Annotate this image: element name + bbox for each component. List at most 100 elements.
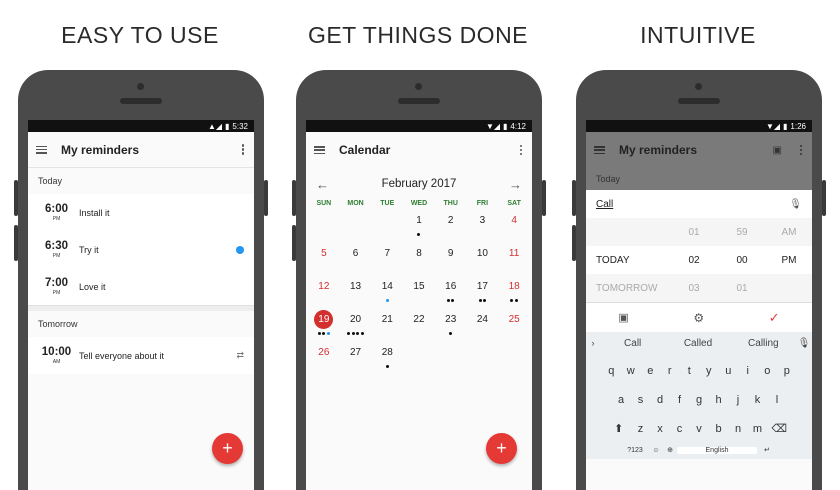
picker-ampm[interactable]: PM <box>766 246 812 274</box>
calendar-icon[interactable]: ▣ <box>773 145 782 156</box>
reminder-input[interactable]: Call 🎙 <box>586 190 812 218</box>
calendar-day[interactable]: 2 <box>435 207 467 240</box>
calendar-day[interactable]: 21 <box>371 306 403 339</box>
key-u[interactable]: u <box>719 365 739 377</box>
backspace-icon[interactable]: ⌫ <box>767 422 791 435</box>
calendar-day[interactable]: 17 <box>467 273 499 306</box>
checkmark-icon[interactable]: ✓ <box>769 310 780 326</box>
suggestion[interactable]: Call <box>600 338 665 349</box>
key-c[interactable]: c <box>670 423 690 435</box>
calendar-day[interactable]: 27 <box>340 339 372 372</box>
picker-hour[interactable]: 01 <box>670 218 718 246</box>
picker-ampm[interactable]: AM <box>766 218 812 246</box>
key-o[interactable]: o <box>758 365 778 377</box>
key-q[interactable]: q <box>602 365 622 377</box>
calendar-day[interactable]: 16 <box>435 273 467 306</box>
key-j[interactable]: j <box>728 394 748 406</box>
calendar-day[interactable]: 22 <box>403 306 435 339</box>
symbols-key[interactable]: ?123 <box>621 447 649 454</box>
calendar-day[interactable]: 25 <box>498 306 530 339</box>
key-w[interactable]: w <box>621 365 641 377</box>
menu-icon[interactable] <box>594 146 605 154</box>
calendar-day[interactable]: 10 <box>467 240 499 273</box>
calendar-icon[interactable]: ▣ <box>618 311 628 324</box>
calendar-day[interactable]: 11 <box>498 240 530 273</box>
add-reminder-button[interactable]: + <box>486 433 517 464</box>
shift-icon[interactable]: ⬆ <box>607 422 631 435</box>
key-y[interactable]: y <box>699 365 719 377</box>
key-r[interactable]: r <box>660 365 680 377</box>
key-e[interactable]: e <box>641 365 661 377</box>
key-s[interactable]: s <box>631 394 651 406</box>
calendar-day[interactable]: 1 <box>403 207 435 240</box>
key-z[interactable]: z <box>631 423 651 435</box>
calendar-day[interactable]: 8 <box>403 240 435 273</box>
key-k[interactable]: k <box>748 394 768 406</box>
overflow-menu-icon[interactable] <box>518 144 524 156</box>
key-t[interactable]: t <box>680 365 700 377</box>
key-x[interactable]: x <box>650 423 670 435</box>
overflow-menu-icon[interactable] <box>798 144 804 156</box>
microphone-icon[interactable]: 🎙 <box>789 199 802 210</box>
picker-minute[interactable]: 59 <box>718 218 766 246</box>
picker-minute[interactable]: 01 <box>718 274 766 302</box>
calendar-day[interactable]: 26 <box>308 339 340 372</box>
picker-hour[interactable]: 03 <box>670 274 718 302</box>
calendar-day[interactable]: 23 <box>435 306 467 339</box>
key-a[interactable]: a <box>611 394 631 406</box>
gear-icon[interactable]: ⚙ <box>693 311 704 325</box>
key-g[interactable]: g <box>689 394 709 406</box>
calendar-day[interactable]: 19 <box>308 306 340 339</box>
date-time-picker[interactable]: 01 59 AM TODAY 02 00 PM TOMORROW 03 01 <box>586 218 812 302</box>
microphone-icon[interactable]: 🎙 <box>796 338 812 349</box>
calendar-day[interactable]: 3 <box>467 207 499 240</box>
calendar-day[interactable]: 28 <box>371 339 403 372</box>
suggestion[interactable]: Calling <box>731 338 796 349</box>
next-month-icon[interactable]: → <box>509 177 522 192</box>
calendar-day[interactable]: 9 <box>435 240 467 273</box>
key-h[interactable]: h <box>709 394 729 406</box>
previous-month-icon[interactable]: ← <box>316 177 329 192</box>
overflow-menu-icon[interactable] <box>240 144 246 155</box>
calendar-day[interactable]: 5 <box>308 240 340 273</box>
calendar-day[interactable]: 12 <box>308 273 340 306</box>
event-dot-icon <box>449 332 453 335</box>
key-f[interactable]: f <box>670 394 690 406</box>
picker-hour[interactable]: 02 <box>670 246 718 274</box>
add-reminder-button[interactable]: + <box>212 433 243 464</box>
suggestion[interactable]: Called <box>665 338 730 349</box>
enter-icon[interactable]: ↵ <box>757 446 777 454</box>
picker-day[interactable]: TODAY <box>586 246 670 274</box>
calendar-day[interactable]: 24 <box>467 306 499 339</box>
key-d[interactable]: d <box>650 394 670 406</box>
picker-day[interactable] <box>586 218 670 246</box>
menu-icon[interactable] <box>36 145 47 154</box>
reminder-item[interactable]: 10:00 AM Tell everyone about it ⇄ <box>28 337 254 374</box>
calendar-day[interactable]: 18 <box>498 273 530 306</box>
picker-minute[interactable]: 00 <box>718 246 766 274</box>
emoji-icon[interactable]: ☺ <box>649 447 663 454</box>
globe-icon[interactable]: ⊕ <box>663 446 677 454</box>
calendar-day[interactable]: 7 <box>371 240 403 273</box>
calendar-day[interactable]: 20 <box>340 306 372 339</box>
chevron-right-icon[interactable]: › <box>586 338 600 348</box>
key-b[interactable]: b <box>709 423 729 435</box>
key-m[interactable]: m <box>748 423 768 435</box>
reminder-item[interactable]: 6:30 PM Try it <box>28 231 254 268</box>
calendar-day[interactable]: 4 <box>498 207 530 240</box>
reminder-item[interactable]: 6:00 PM Install it <box>28 194 254 231</box>
reminder-item[interactable]: 7:00 PM Love it <box>28 268 254 305</box>
key-l[interactable]: l <box>767 394 787 406</box>
calendar-day[interactable]: 13 <box>340 273 372 306</box>
calendar-day[interactable]: 6 <box>340 240 372 273</box>
picker-ampm[interactable] <box>766 274 812 302</box>
calendar-day[interactable]: 15 <box>403 273 435 306</box>
calendar-day[interactable]: 14 <box>371 273 403 306</box>
space-key[interactable]: English <box>677 446 757 454</box>
key-v[interactable]: v <box>689 423 709 435</box>
key-n[interactable]: n <box>728 423 748 435</box>
key-i[interactable]: i <box>738 365 758 377</box>
menu-icon[interactable] <box>314 146 325 154</box>
key-p[interactable]: p <box>777 365 797 377</box>
picker-day[interactable]: TOMORROW <box>586 274 670 302</box>
